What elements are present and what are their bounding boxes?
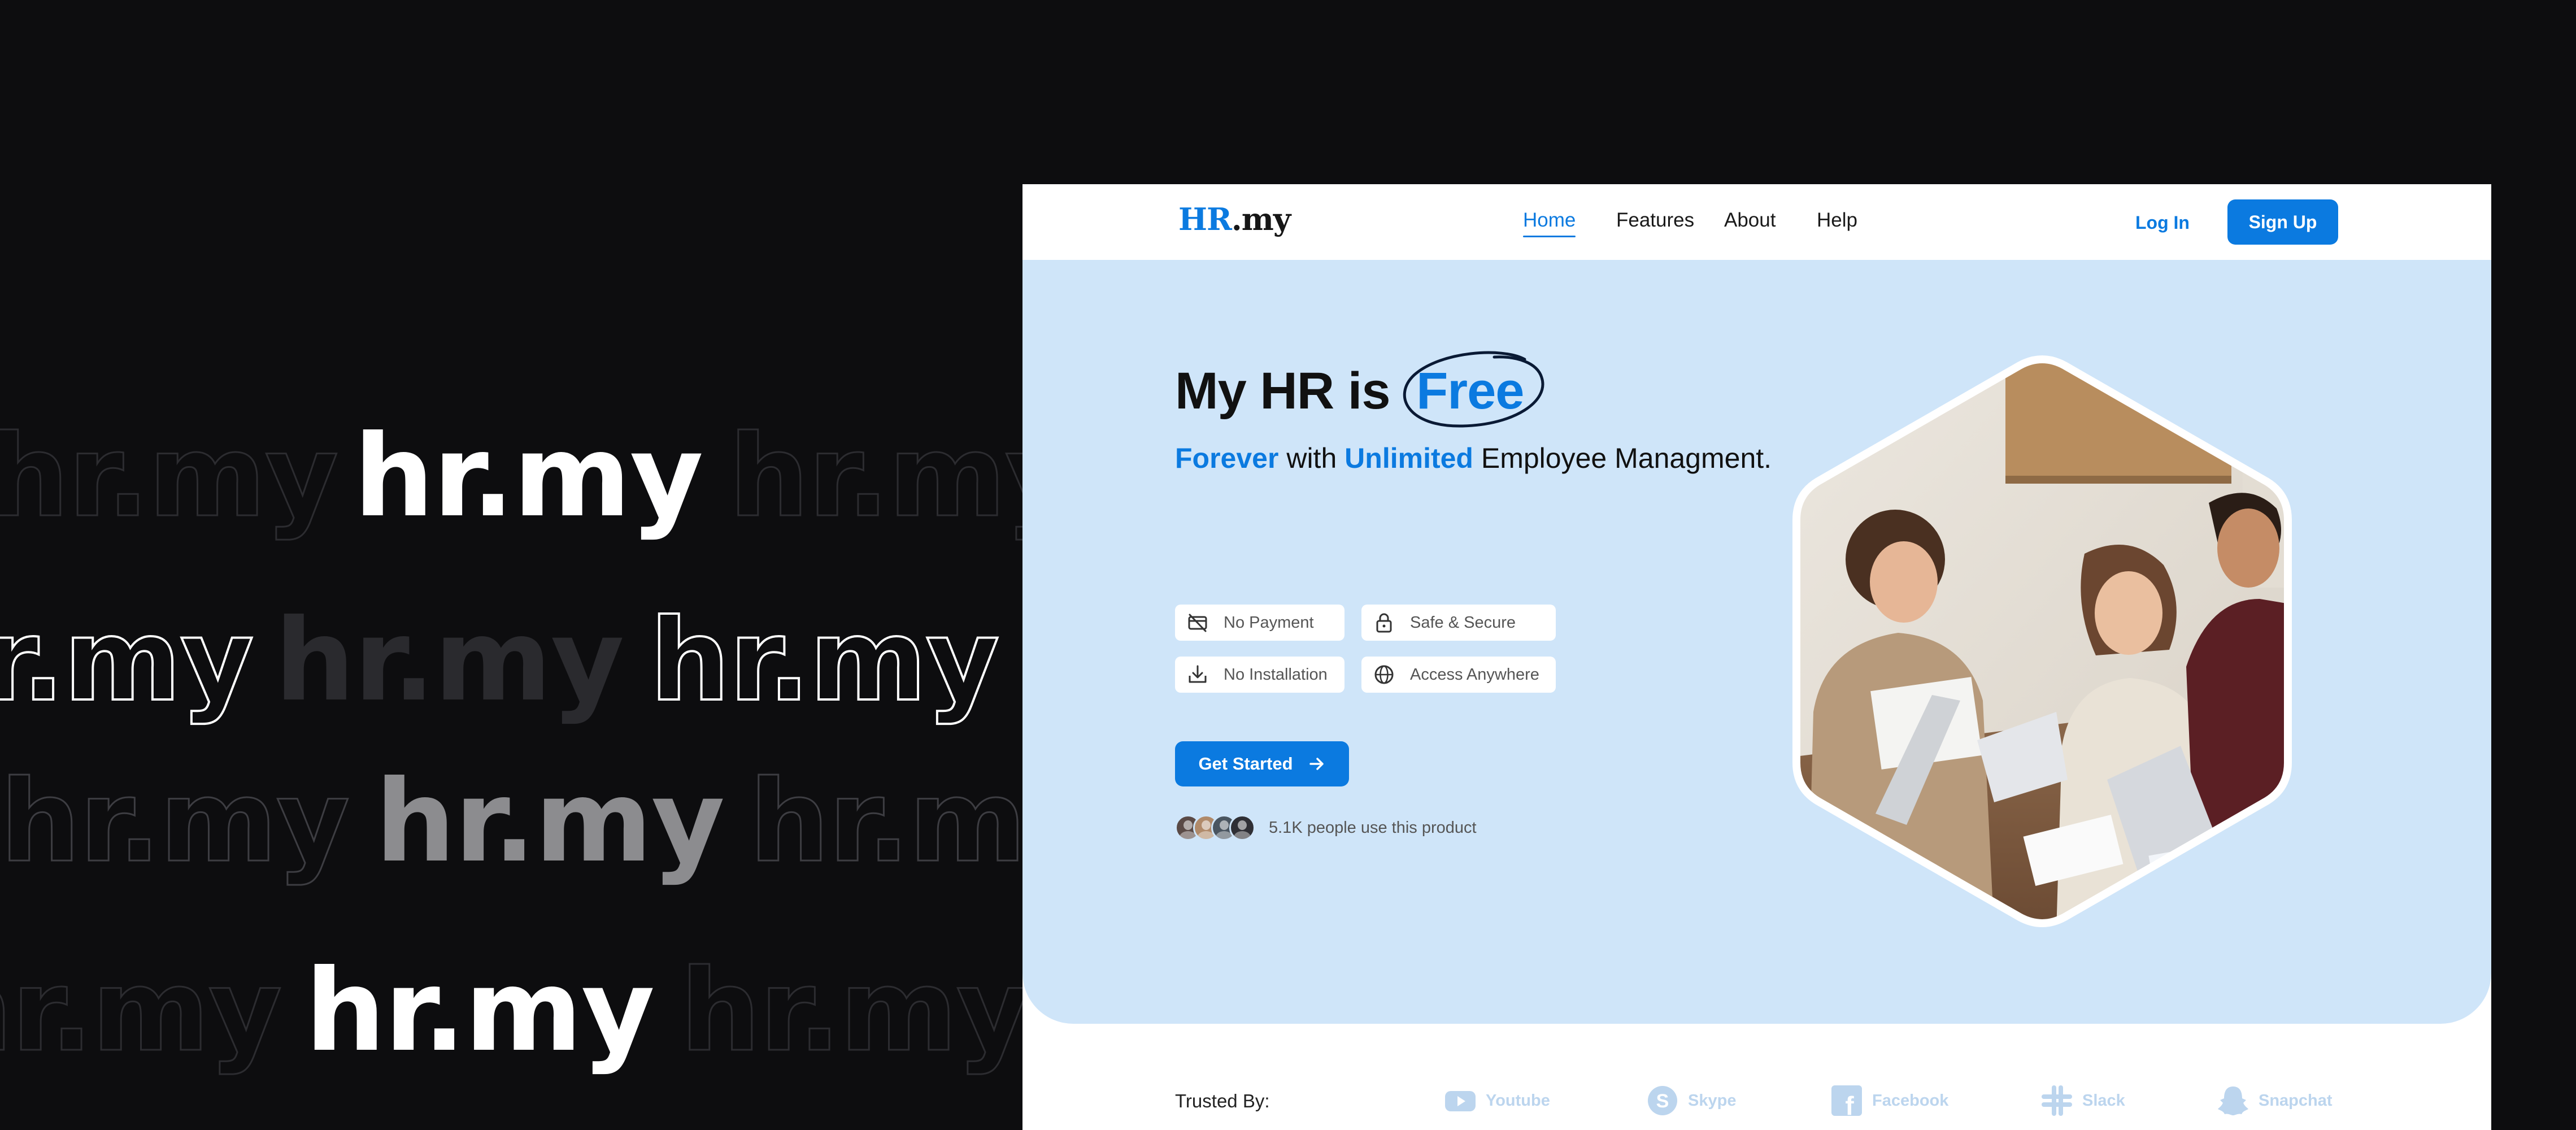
wordmark-outline: hr.my xyxy=(679,945,1022,1077)
youtube-icon xyxy=(1445,1091,1476,1111)
no-card-icon xyxy=(1188,614,1207,632)
snapchat-icon xyxy=(2218,1086,2248,1115)
hero-title-highlight: Free xyxy=(1403,351,1544,428)
hero-image xyxy=(1791,350,2294,932)
nav-about[interactable]: About xyxy=(1724,209,1776,232)
trusted-by-label: Trusted By: xyxy=(1175,1090,1270,1111)
brand-name: Skype xyxy=(1688,1091,1737,1110)
feature-no-payment: No Payment xyxy=(1175,605,1344,641)
hero-title-prefix: My HR is xyxy=(1175,362,1391,420)
feature-label: Safe & Secure xyxy=(1410,613,1516,632)
brand-facebook: f Facebook xyxy=(1829,1083,1948,1119)
skype-icon: S xyxy=(1648,1086,1677,1115)
cta-label: Get Started xyxy=(1198,754,1293,773)
website-preview: HR.my Home Features About Help Log In Si… xyxy=(1022,184,2491,1130)
brand-snapchat: Snapchat xyxy=(2216,1083,2333,1119)
get-started-button[interactable]: Get Started xyxy=(1175,741,1349,786)
feature-no-installation: No Installation xyxy=(1175,657,1344,693)
avatar xyxy=(1229,815,1255,841)
wordmark-outline: hr.my xyxy=(0,756,351,888)
wordmark-outline: hr.my xyxy=(0,945,283,1077)
arrow-right-icon xyxy=(1309,758,1324,770)
wordmark-outline: hr.my xyxy=(748,756,1022,888)
nav-features[interactable]: Features xyxy=(1616,209,1694,232)
brand-name: Facebook xyxy=(1872,1091,1949,1110)
subtitle-rest: Employee Managment. xyxy=(1481,442,1772,474)
hero-section: My HR is Free Forever with Unlimited Emp… xyxy=(1022,260,2491,1024)
download-icon xyxy=(1189,665,1207,683)
wordmark-outline: hr.my xyxy=(0,595,255,727)
navbar: HR.my Home Features About Help Log In Si… xyxy=(1022,184,2491,260)
lock-icon xyxy=(1376,613,1392,633)
wordmark-solid: hr.my xyxy=(375,756,725,888)
feature-safe-secure: Safe & Secure xyxy=(1361,605,1556,641)
logo-suffix: .my xyxy=(1231,201,1291,237)
brand-skype: S Skype xyxy=(1645,1083,1736,1119)
wordmark-outline: hr.my xyxy=(0,411,340,542)
brand-name: Slack xyxy=(2082,1091,2125,1110)
globe-icon xyxy=(1374,665,1394,684)
wordmark-solid: hr.my xyxy=(275,595,624,727)
facebook-icon: f xyxy=(1831,1085,1862,1118)
hero-subtitle: Forever with Unlimited Employee Managmen… xyxy=(1175,442,1772,475)
hero-title: My HR is Free xyxy=(1175,351,1544,428)
feature-label: Access Anywhere xyxy=(1410,665,1539,684)
wordmark-pattern: hr.my hr.my hr.my hr.my hr.my hr.my hr.m… xyxy=(0,0,1022,1130)
brand-slack: Slack xyxy=(2039,1083,2125,1119)
slack-icon xyxy=(2042,1085,2072,1116)
hero-title-free: Free xyxy=(1416,362,1524,420)
brand-name: Snapchat xyxy=(2259,1091,2333,1110)
login-button[interactable]: Log In xyxy=(2135,212,2190,233)
wordmark-outline: hr.my xyxy=(728,411,1022,542)
signup-button[interactable]: Sign Up xyxy=(2227,199,2338,245)
logo-hr: HR xyxy=(1178,201,1232,237)
site-logo[interactable]: HR.my xyxy=(1178,201,1291,237)
nav-home[interactable]: Home xyxy=(1523,209,1576,237)
users-text: 5.1K people use this product xyxy=(1269,818,1477,837)
svg-text:S: S xyxy=(1656,1090,1669,1112)
nav-help[interactable]: Help xyxy=(1817,209,1857,232)
user-count: 5.1K people use this product xyxy=(1175,814,1477,842)
feature-label: No Installation xyxy=(1224,665,1328,684)
svg-text:f: f xyxy=(1845,1091,1854,1118)
brand-name: Youtube xyxy=(1486,1091,1550,1110)
feature-label: No Payment xyxy=(1224,613,1314,632)
feature-access-anywhere: Access Anywhere xyxy=(1361,657,1556,693)
subtitle-with: with xyxy=(1286,442,1337,474)
wordmark-solid: hr.my xyxy=(354,411,703,542)
wordmark-solid: hr.my xyxy=(305,945,655,1077)
subtitle-unlimited: Unlimited xyxy=(1344,442,1473,474)
brand-youtube: Youtube xyxy=(1443,1083,1550,1119)
subtitle-forever: Forever xyxy=(1175,442,1279,474)
team-photo xyxy=(1792,355,2292,927)
wordmark-outline: hr.my xyxy=(649,595,1000,727)
